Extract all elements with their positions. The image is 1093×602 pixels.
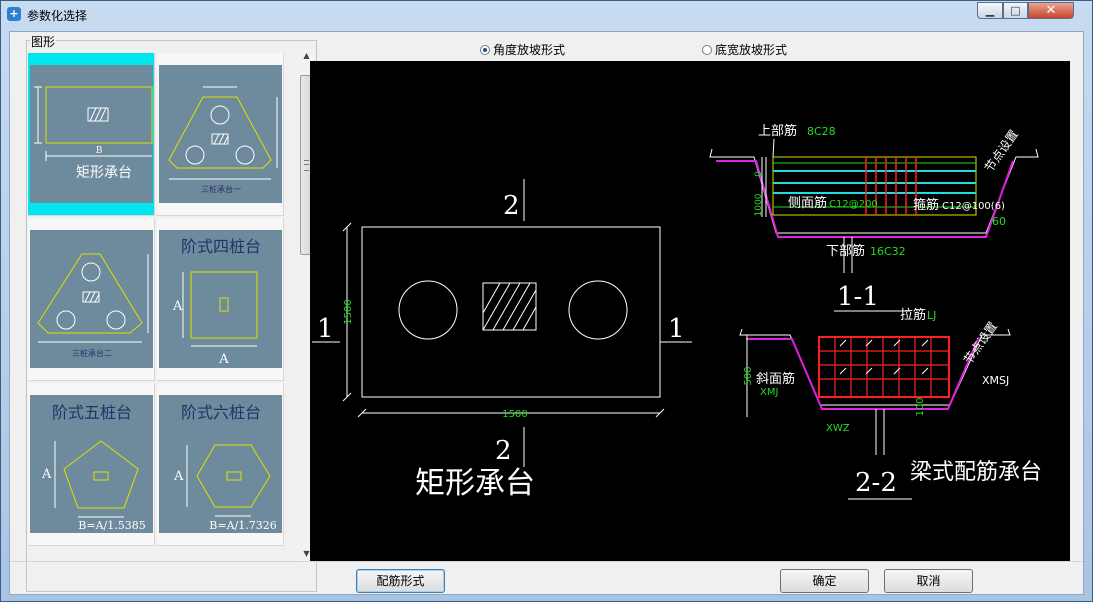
dialog-window: + 参数化选择 ▁ □ ✕ 图形 B 矩形承台 三桩承台一 三桩承台二 阶式四桩… <box>0 0 1093 602</box>
shape-group: 图形 B 矩形承台 三桩承台一 三桩承台二 阶式四桩台 A A 阶式五桩台 A … <box>26 33 317 592</box>
height-dimension: 1500 <box>343 299 354 324</box>
dim-1000: 1000 <box>754 193 764 216</box>
rebar-form-button[interactable]: 配筋形式 <box>356 569 445 593</box>
radio-unchecked-icon <box>702 44 712 55</box>
section-mark-top: 2 <box>503 191 520 221</box>
group-label: 图形 <box>30 33 57 50</box>
preview-canvas: 2 2 1 1 1500 1500 矩形承台 上部筋 8C28 侧面筋 C12@… <box>310 61 1070 561</box>
radio-checked-icon <box>480 44 490 55</box>
bottom-bar-label: 下部筋 <box>826 243 865 259</box>
shape-label-triple-2: 三桩承台二 <box>72 348 112 358</box>
step4-dim-a: A <box>172 299 183 314</box>
beam-title: 梁式配筋承台 <box>910 460 1042 485</box>
cancel-button[interactable]: 取消 <box>884 569 973 593</box>
section-2-title: 2-2 <box>855 468 897 498</box>
shape-item-step-6[interactable]: 阶式六桩台 A B=A/1.7326 <box>157 383 284 546</box>
stirrup-label: 箍筋 <box>913 197 939 213</box>
tie-bar-value: LJ <box>927 309 936 322</box>
shape-gallery: B 矩形承台 三桩承台一 三桩承台二 阶式四桩台 A A 阶式五桩台 A B=A… <box>28 53 288 565</box>
bottom-bar-value: 16C32 <box>870 245 906 258</box>
minimize-button[interactable]: ▁ <box>977 2 1003 19</box>
section-mark-left: 1 <box>317 314 334 344</box>
shape-label-step-4: 阶式四桩台 <box>181 237 261 256</box>
radio-width-label: 底宽放坡形式 <box>715 43 788 57</box>
shape-item-triple-1[interactable]: 三桩承台一 <box>157 53 284 216</box>
shape-label-triple-1: 三桩承台一 <box>201 184 241 194</box>
shape-item-triple-2[interactable]: 三桩承台二 <box>28 218 155 381</box>
angle-label: 60 <box>992 215 1006 228</box>
radio-width-slope[interactable]: 底宽放坡形式 <box>702 41 787 58</box>
maximize-icon: □ <box>1010 4 1021 17</box>
close-button[interactable]: ✕ <box>1028 2 1074 19</box>
shape-label-rect: 矩形承台 <box>76 165 132 181</box>
maximize-button[interactable]: □ <box>1003 2 1028 19</box>
section-1-title: 1-1 <box>837 282 879 312</box>
dim-500: 500 <box>743 366 754 385</box>
slope-options: 角度放坡形式 底宽放坡形式 <box>310 40 1072 60</box>
radio-angle-slope[interactable]: 角度放坡形式 <box>480 41 565 58</box>
dim-100: 100 <box>915 397 926 416</box>
dialog-client: 图形 B 矩形承台 三桩承台一 三桩承台二 阶式四桩台 A A 阶式五桩台 A … <box>9 31 1084 595</box>
tie-bar-label: 拉筋 <box>900 307 926 323</box>
shape-label-step-5: 阶式五桩台 <box>52 403 132 422</box>
node-setting-1: 节点设置 <box>982 127 1021 174</box>
app-icon: + <box>7 7 21 21</box>
title-bar[interactable]: + 参数化选择 ▁ □ ✕ <box>1 1 1092 27</box>
top-bar-value: 8C28 <box>807 125 836 138</box>
button-bar-divider <box>10 561 1083 562</box>
section-mark-bottom: 2 <box>495 436 512 466</box>
radio-angle-label: 角度放坡形式 <box>493 43 566 57</box>
xwz-label: XWZ <box>826 423 850 434</box>
preview-main-title: 矩形承台 <box>415 466 535 501</box>
slope-bar-value: XMJ <box>760 387 778 398</box>
close-icon: ✕ <box>1045 3 1057 18</box>
xmsj-label: XMSJ <box>982 374 1009 387</box>
top-bar-label: 上部筋 <box>758 123 797 139</box>
section-mark-right: 1 <box>668 314 685 344</box>
minimize-icon: ▁ <box>985 4 995 17</box>
step6-formula: B=A/1.7326 <box>209 519 276 532</box>
width-dimension: 1500 <box>502 409 527 420</box>
shape-item-rect[interactable]: B 矩形承台 <box>28 53 155 216</box>
shape-label-step-6: 阶式六桩台 <box>181 403 261 422</box>
shape-item-step-5[interactable]: 阶式五桩台 A B=A/1.5385 <box>28 383 155 546</box>
stirrup-value: C12@100(6) <box>942 201 1005 212</box>
side-bar-value: C12@200 <box>829 199 878 210</box>
step4-dim-a2: A <box>218 352 229 367</box>
node-setting-2: 节点设置 <box>961 319 1000 366</box>
rect-dim-b: B <box>96 146 103 156</box>
step5-dim-a: A <box>41 467 52 482</box>
dim-zero: 0 <box>754 171 764 177</box>
step5-formula: B=A/1.5385 <box>78 519 145 532</box>
side-bar-label: 侧面筋 <box>788 195 827 211</box>
step6-dim-a: A <box>173 469 184 484</box>
slope-bar-label: 斜面筋 <box>756 371 795 387</box>
ok-button[interactable]: 确定 <box>780 569 869 593</box>
window-title: 参数化选择 <box>27 9 88 23</box>
shape-item-step-4[interactable]: 阶式四桩台 A A <box>157 218 284 381</box>
